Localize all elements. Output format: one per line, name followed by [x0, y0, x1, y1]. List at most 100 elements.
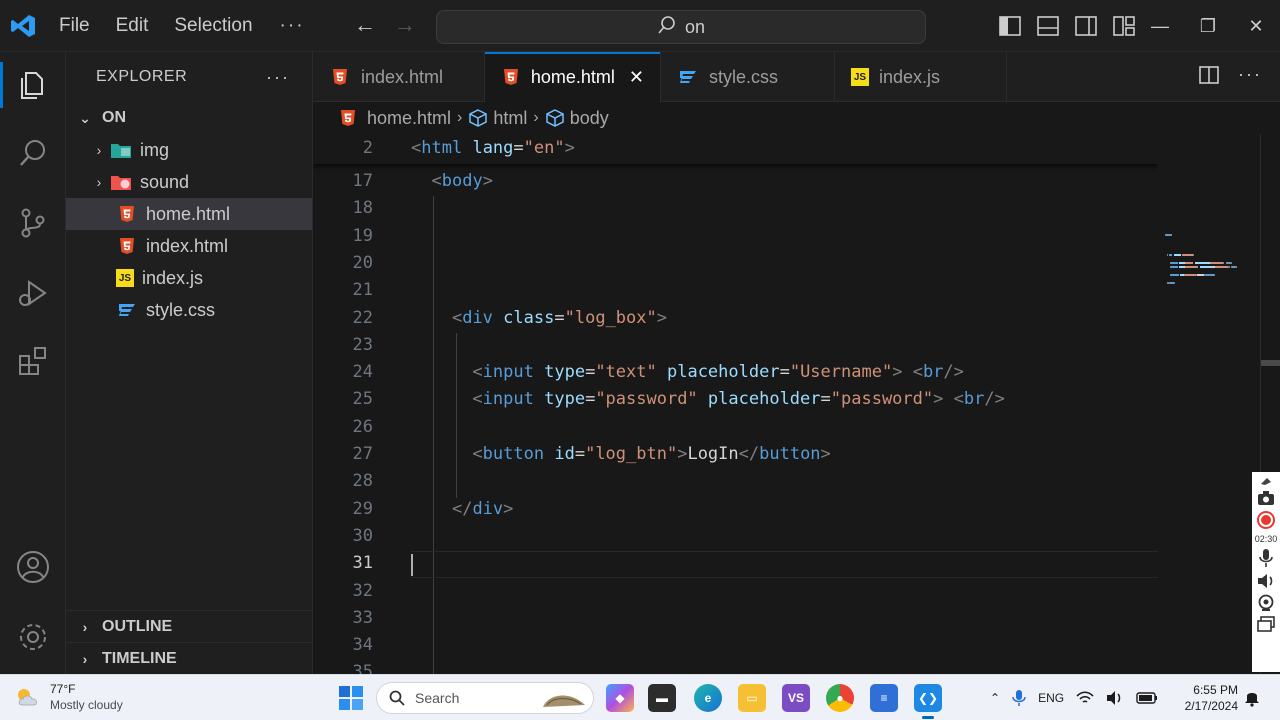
window-select-icon[interactable]	[1257, 616, 1275, 632]
pin-icon[interactable]	[1259, 476, 1273, 486]
timeline-section[interactable]: › TIMELINE	[66, 642, 312, 674]
chevron-up-icon[interactable]: ⌃	[990, 691, 1000, 705]
line-number: 20	[352, 252, 373, 273]
language-indicator[interactable]: ENG	[1038, 691, 1064, 705]
volume-icon[interactable]	[1106, 690, 1124, 706]
visual-studio-icon[interactable]: VS	[782, 684, 810, 712]
weather-widget[interactable]: 77°F Mostly cloudy	[14, 681, 123, 713]
edge-browser-icon[interactable]: e	[694, 684, 722, 712]
tree-item-index-js[interactable]: JS index.js	[66, 262, 312, 294]
minimap[interactable]	[1158, 134, 1260, 674]
restore-icon[interactable]: ❐	[1184, 16, 1232, 37]
copilot-icon[interactable]: ◆	[606, 684, 634, 712]
split-editor-icon[interactable]	[1198, 64, 1220, 86]
outline-section[interactable]: › OUTLINE	[66, 610, 312, 642]
sticky-scroll-line[interactable]: 2 <html lang="en">	[313, 134, 1158, 164]
code-line[interactable]: 32	[313, 578, 1158, 605]
toggle-primary-sidebar-icon[interactable]	[998, 14, 1022, 38]
battery-icon[interactable]	[1136, 692, 1158, 704]
code-line[interactable]: 21	[313, 277, 1158, 304]
menu-edit[interactable]: Edit	[103, 0, 162, 52]
code-line[interactable]: 29 </div>	[313, 496, 1158, 523]
tree-item-index-html[interactable]: index.html	[66, 230, 312, 262]
code-line[interactable]: 28	[313, 468, 1158, 495]
line-number: 34	[352, 635, 373, 656]
tree-item-style-css[interactable]: style.css	[66, 294, 312, 326]
taskbar-search[interactable]: Search	[376, 682, 594, 714]
editor-tabs: index.html home.html ✕ style.css JS inde…	[313, 52, 1280, 102]
file-explorer-icon[interactable]: ▭	[738, 684, 766, 712]
tab-style-css[interactable]: style.css	[661, 52, 835, 102]
code-line[interactable]: 31	[313, 550, 1158, 577]
minimize-icon[interactable]: —	[1136, 16, 1184, 37]
taskbar-clock[interactable]: 6:55 PM 2/17/2024	[1180, 682, 1238, 714]
accounts-icon[interactable]	[14, 548, 52, 586]
camera-icon[interactable]	[1257, 490, 1275, 506]
tree-item-sound[interactable]: › sound	[66, 166, 312, 198]
breadcrumb-file[interactable]: home.html	[337, 107, 451, 129]
microphone-icon[interactable]	[1259, 548, 1273, 568]
toggle-panel-icon[interactable]	[1036, 14, 1060, 38]
code-line[interactable]: 33	[313, 605, 1158, 632]
webcam-icon[interactable]	[1257, 594, 1275, 612]
line-number: 32	[352, 580, 373, 601]
back-arrow-icon[interactable]: ←	[352, 12, 378, 38]
code-line[interactable]: 18	[313, 195, 1158, 222]
root-folder[interactable]: ⌄ ON	[66, 102, 312, 134]
customize-layout-icon[interactable]	[1112, 14, 1136, 38]
forward-arrow-icon[interactable]: →	[392, 12, 418, 38]
windows-start-icon[interactable]	[338, 685, 364, 711]
code-line[interactable]: 34	[313, 632, 1158, 659]
code-line[interactable]: 17 <body>	[313, 168, 1158, 195]
notification-bell-icon[interactable]	[1244, 689, 1260, 707]
code-line[interactable]: 22 <div class="log_box">	[313, 305, 1158, 332]
code-line[interactable]: 20	[313, 250, 1158, 277]
tree-item-img[interactable]: › img	[66, 134, 312, 166]
code-content: <input type="password" placeholder="pass…	[411, 386, 1004, 413]
toggle-secondary-sidebar-icon[interactable]	[1074, 14, 1098, 38]
wifi-icon[interactable]	[1076, 691, 1094, 705]
speaker-icon[interactable]	[1256, 572, 1276, 590]
vscode-taskbar-icon[interactable]: ❮❯	[914, 684, 942, 719]
code-line[interactable]: 26	[313, 414, 1158, 441]
code-line[interactable]: 24 <input type="text" placeholder="Usern…	[313, 359, 1158, 386]
code-line[interactable]: 25 <input type="password" placeholder="p…	[313, 386, 1158, 413]
code-token: =	[574, 444, 586, 464]
tab-index-js[interactable]: JS index.js	[835, 52, 1007, 102]
chrome-browser-icon[interactable]: ●	[826, 684, 854, 712]
manage-gear-icon[interactable]	[14, 618, 52, 656]
menu-more-button[interactable]: ···	[266, 15, 319, 37]
breadcrumb-body[interactable]: body	[545, 108, 609, 129]
menu-selection[interactable]: Selection	[161, 0, 265, 52]
code-editor[interactable]: 17 <body> 18 19 20 21 22 <div class="log_box"…	[313, 134, 1158, 674]
close-icon[interactable]: ✕	[629, 67, 644, 88]
code-line[interactable]: 35	[313, 659, 1158, 674]
image-folder-icon	[110, 139, 132, 161]
menu-file[interactable]: File	[46, 0, 103, 52]
file-manager-app-icon[interactable]: ▬	[648, 684, 676, 712]
code-line[interactable]: 23	[313, 332, 1158, 359]
command-center-search[interactable]: on	[436, 10, 926, 44]
breadcrumb-html[interactable]: html	[468, 108, 527, 129]
microphone-icon[interactable]	[1012, 689, 1026, 707]
scrollbar-thumb[interactable]	[1261, 360, 1280, 366]
extensions-icon[interactable]	[14, 342, 52, 380]
explorer-files-icon[interactable]	[0, 62, 52, 108]
tree-item-home-html[interactable]: home.html	[66, 198, 312, 230]
chevron-right-icon: ›	[82, 618, 88, 635]
source-control-icon[interactable]	[14, 204, 52, 242]
explorer-more-button[interactable]: ···	[266, 67, 290, 88]
more-actions-icon[interactable]: ···	[1238, 64, 1262, 86]
tab-label: style.css	[709, 66, 779, 87]
notepad-icon[interactable]: ≡	[870, 684, 898, 712]
run-and-debug-icon[interactable]	[14, 274, 52, 312]
close-window-icon[interactable]: ✕	[1232, 16, 1280, 37]
tab-home-html[interactable]: home.html ✕	[485, 52, 661, 102]
code-line[interactable]: 27 <button id="log_btn">LogIn</button>	[313, 441, 1158, 468]
tab-index-html[interactable]: index.html	[313, 52, 485, 102]
code-line[interactable]: 19	[313, 223, 1158, 250]
record-icon[interactable]	[1256, 510, 1276, 530]
tab-label: index.js	[879, 66, 941, 87]
search-view-icon[interactable]	[14, 134, 52, 172]
code-line[interactable]: 30	[313, 523, 1158, 550]
